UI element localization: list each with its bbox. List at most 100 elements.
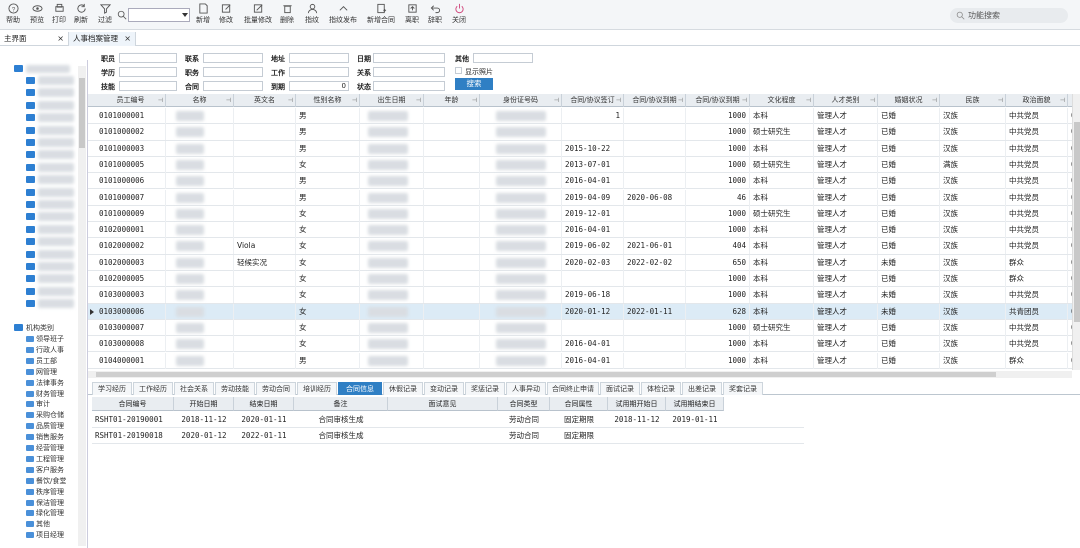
job-input[interactable]	[203, 67, 263, 77]
tree-item[interactable]: 餐饮/食堂	[36, 476, 66, 486]
work-input[interactable]	[289, 67, 349, 77]
close-icon[interactable]: ×	[124, 32, 131, 46]
pin-icon[interactable]: ⊣	[158, 94, 163, 107]
pin-icon[interactable]: ⊣	[416, 94, 421, 107]
batch-edit-button[interactable]: 批量修改	[243, 2, 273, 28]
column-header[interactable]: 合同/协议到期 ⊣	[686, 94, 750, 107]
skill-input[interactable]	[119, 81, 177, 91]
folder-icon[interactable]	[26, 275, 35, 283]
table-row[interactable]: 0101000003男2015-10-221000本科管理人才已婚汉族中共党员0…	[88, 140, 1080, 157]
folder-icon[interactable]	[26, 176, 35, 184]
pin-icon[interactable]: ⊣	[288, 94, 293, 107]
table-row[interactable]: 0101000009 女 2019-12-01 1000 硕士研究生 管理人才 已婚 汉族 中共…	[88, 205, 1080, 223]
detail-column-header[interactable]: 备注	[294, 397, 388, 411]
tree-item[interactable]: 秩序管理	[36, 487, 64, 497]
tree-item[interactable]: 绿化管理	[36, 508, 64, 518]
pin-icon[interactable]: ⊣	[472, 94, 477, 107]
column-header[interactable]: 员工编号 ⊣	[96, 94, 166, 107]
education-input[interactable]	[119, 67, 177, 77]
table-row[interactable]: 0102000002 Viola 女 2019-06-02 2021-06-01 404 本…	[88, 238, 1080, 255]
column-header[interactable]: 出生日期 ⊣	[360, 94, 424, 107]
detail-tab[interactable]: 人事异动	[506, 382, 546, 395]
grid-hscrollbar[interactable]	[88, 371, 1072, 378]
detail-column-header[interactable]: 面试意见	[388, 397, 498, 411]
tree-item[interactable]: 审计	[36, 399, 50, 409]
fingerprint-button[interactable]: 指纹	[299, 2, 325, 28]
close-button[interactable]: 关闭	[446, 2, 472, 28]
tree-item[interactable]: 领导班子	[36, 334, 64, 344]
pin-icon[interactable]: ⊣	[806, 94, 811, 107]
pin-icon[interactable]: ⊣	[226, 94, 231, 107]
address-input[interactable]	[289, 53, 349, 63]
table-row[interactable]: 0102000001女2016-04-011000本科管理人才已婚汉族中共党员0…	[88, 222, 1080, 239]
tree-item[interactable]: 工程管理	[36, 454, 64, 464]
pin-icon[interactable]: ⊣	[932, 94, 937, 107]
folder-icon[interactable]	[26, 126, 35, 134]
chevron-down-icon[interactable]	[182, 13, 188, 17]
status-select[interactable]	[373, 81, 445, 91]
show-photo-checkbox[interactable]	[455, 67, 462, 74]
table-row[interactable]: 0103000007女1000硕士研究生管理人才已婚汉族中共党员0.	[88, 319, 1080, 337]
detail-column-header[interactable]: 合同属性	[550, 397, 608, 411]
folder-icon[interactable]	[26, 300, 35, 308]
tab-hr-archive[interactable]: 人事档案管理 ×	[68, 32, 136, 46]
detail-tab[interactable]: 工作经历	[133, 382, 173, 395]
folder-icon[interactable]	[26, 238, 35, 246]
scrollbar-thumb[interactable]	[79, 78, 85, 148]
column-header[interactable]: 合同/协议签订 ⊣	[562, 94, 624, 107]
column-header[interactable]: 年龄 ⊣	[424, 94, 480, 107]
pin-icon[interactable]: ⊣	[554, 94, 559, 107]
detail-tab[interactable]: 变动记录	[424, 382, 464, 395]
detail-tab[interactable]: 合同信息	[338, 382, 382, 395]
detail-tab[interactable]: 合同终止申请	[547, 382, 599, 395]
table-row[interactable]: 0101000007 男 2019-04-09 2020-06-08 46 本科 管理人才已…	[88, 189, 1080, 206]
position-input[interactable]	[119, 53, 177, 63]
detail-tab[interactable]: 社会关系	[174, 382, 214, 395]
column-header[interactable]: 文化程度 ⊣	[750, 94, 814, 107]
folder-icon[interactable]	[26, 201, 35, 208]
tree-item[interactable]: 经营管理	[36, 443, 64, 453]
table-row[interactable]: 0101000002男1000硕士研究生管理人才已婚汉族中共党员0.	[88, 124, 1080, 141]
quick-search[interactable]	[116, 8, 191, 22]
pin-icon[interactable]: ⊣	[1060, 94, 1065, 107]
contract-input[interactable]	[203, 81, 263, 91]
detail-tab[interactable]: 劳动技能	[215, 382, 255, 395]
column-header[interactable]: 人才类别 ⊣	[814, 94, 878, 107]
other-input[interactable]	[473, 53, 533, 63]
detail-tab[interactable]: 劳动合同	[256, 382, 296, 395]
tree-item[interactable]: 法律事务	[36, 378, 64, 388]
detail-tab[interactable]: 奖惩记录	[465, 382, 505, 395]
detail-tab[interactable]: 出差记录	[682, 382, 722, 395]
relation-input[interactable]	[373, 67, 445, 77]
table-row[interactable]: 0101000006男2016-04-011000本科管理人才已婚汉族中共党员0…	[88, 173, 1080, 190]
detail-column-header[interactable]: 结束日期	[234, 397, 294, 411]
detail-column-header[interactable]: 合同类型	[498, 397, 550, 411]
close-icon[interactable]: ×	[57, 32, 64, 46]
table-row[interactable]: 0102000005女1000本科管理人才已婚汉族群众0.	[88, 271, 1080, 288]
scrollbar-thumb[interactable]	[1074, 122, 1080, 322]
column-header[interactable]: 身份证号码 ⊣	[480, 94, 562, 107]
refresh-button[interactable]: 刷新	[68, 2, 94, 28]
folder-icon[interactable]	[26, 250, 35, 258]
folder-icon[interactable]	[26, 89, 35, 97]
column-header[interactable]: 婚姻状况 ⊣	[878, 94, 940, 107]
term-input[interactable]: 0	[289, 81, 349, 91]
detail-tab[interactable]: 体检记录	[641, 382, 681, 395]
tree-item[interactable]: 客户服务	[36, 465, 64, 475]
function-search[interactable]: 功能搜索	[950, 8, 1068, 23]
detail-tab[interactable]: 学习经历	[92, 382, 132, 395]
department-input[interactable]	[203, 53, 263, 63]
delete-button[interactable]: 删除	[274, 2, 300, 28]
pin-icon[interactable]: ⊣	[742, 94, 747, 107]
detail-column-header[interactable]: 试用期开始日	[608, 397, 666, 411]
tree-item[interactable]: 财务管理	[36, 389, 64, 399]
folder-icon[interactable]	[26, 139, 35, 146]
tree-group-label[interactable]: 机构类别	[26, 323, 54, 333]
table-row[interactable]: 0101000001男11000本科管理人才已婚汉族中共党员0.	[88, 108, 1080, 125]
pin-icon[interactable]: ⊣	[616, 94, 621, 107]
detail-tab[interactable]: 培训经历	[297, 382, 337, 395]
folder-icon[interactable]	[26, 151, 35, 159]
table-row[interactable]: 0104000001男2016-04-011000本科管理人才已婚汉族群众0.	[88, 352, 1080, 369]
column-header[interactable]: 合同/协议到期 ⊣	[624, 94, 686, 107]
pin-icon[interactable]: ⊣	[998, 94, 1003, 107]
